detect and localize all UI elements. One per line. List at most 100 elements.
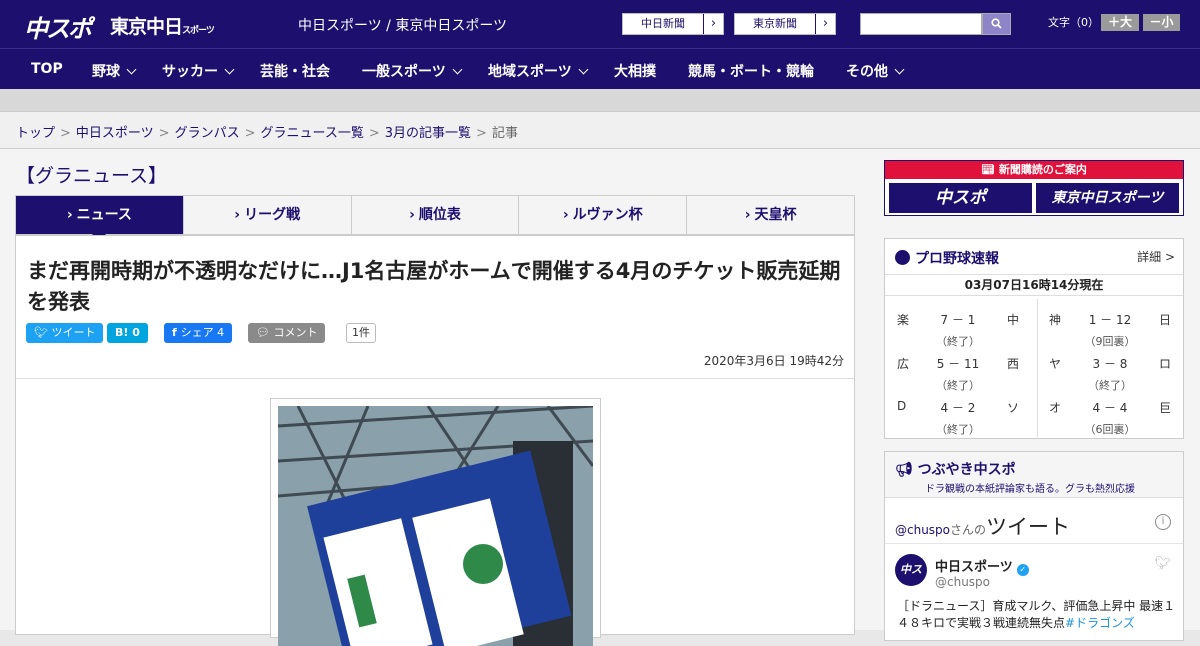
tweet-author[interactable]: 中日スポーツ ✓ xyxy=(935,556,1029,576)
nav-item-sumo[interactable]: 大相撲 xyxy=(614,61,656,81)
facebook-icon: f xyxy=(172,326,181,339)
breadcrumb-grampus[interactable]: グランパス xyxy=(175,126,240,141)
section-tabs: › ニュース › リーグ戦 › 順位表 › ルヴァン杯 › 天皇杯 xyxy=(15,195,855,241)
breadcrumb-current: 記事 xyxy=(491,126,518,141)
nav-item-entertainment[interactable]: 芸能・社会 xyxy=(260,61,330,81)
account-handle-link[interactable]: @chuspo xyxy=(895,523,950,537)
font-smaller-button[interactable]: －小 xyxy=(1143,14,1180,31)
nav-label: 一般スポーツ xyxy=(362,64,446,80)
main-content: 【グラニュース】 › ニュース › リーグ戦 › 順位表 › ルヴァン杯 › 天皇杯 まだ… xyxy=(0,149,1200,646)
chevron-down-icon xyxy=(224,64,235,75)
subscribe-tokyo-button[interactable]: 東京中日スポーツ xyxy=(1036,183,1179,213)
nav-item-top[interactable]: TOP xyxy=(31,61,63,77)
tab-levain-cup[interactable]: › ルヴァン杯 xyxy=(519,196,688,234)
nav-item-baseball[interactable]: 野球 xyxy=(92,61,137,81)
site-title: 中日スポーツ / 東京中日スポーツ xyxy=(298,18,508,34)
tokyo-logo-text: 東京中日 xyxy=(110,16,183,38)
tweet-widget-title: 📢︎ つぶやき中スポ xyxy=(895,459,1016,479)
baseball-title: プロ野球速報 xyxy=(895,248,999,268)
divider xyxy=(16,378,854,379)
tab-label: ニュース xyxy=(76,207,132,223)
baseball-timestamp: 03月07日16時14分現在 xyxy=(885,274,1183,296)
newspaper-icon: 📰︎ xyxy=(981,163,999,176)
game-row[interactable]: 神 1 － 12 日 （9回裏） xyxy=(1037,303,1183,348)
verified-icon: ✓ xyxy=(1016,564,1029,576)
font-bigger-button[interactable]: ＋大 xyxy=(1101,14,1139,31)
tweets-heading: @chuspoさんのツイート xyxy=(895,511,1070,541)
chuspo-logo[interactable]: 中スポ xyxy=(24,9,92,44)
ad-band xyxy=(0,89,1200,111)
tab-label: リーグ戦 xyxy=(244,207,301,223)
breadcrumb-separator: > xyxy=(158,126,170,141)
game-row[interactable]: 楽 7 － 1 中 （終了） xyxy=(885,303,1031,348)
breadcrumb-chuspo[interactable]: 中日スポーツ xyxy=(76,126,154,141)
chevron-right-icon: › xyxy=(744,207,751,223)
game-row[interactable]: ヤ 3 － 8 ロ （終了） xyxy=(1037,347,1183,392)
nav-label: 地域スポーツ xyxy=(488,64,572,80)
chunichi-shimbun-link[interactable]: 中日新聞 › xyxy=(622,13,724,35)
tokyo-shimbun-link[interactable]: 東京新聞 › xyxy=(734,13,836,35)
subscribe-chuspo-button[interactable]: 中スポ xyxy=(889,183,1032,213)
chevron-right-icon: › xyxy=(815,14,835,34)
search-input[interactable] xyxy=(860,13,982,35)
breadcrumb-top[interactable]: トップ xyxy=(16,126,55,141)
twitter-bird-icon: 🐦︎ xyxy=(1154,556,1171,571)
tweet-hashtag[interactable]: #ドラゴンズ xyxy=(1065,616,1135,630)
chevron-down-icon xyxy=(578,64,589,75)
tweet-author-handle[interactable]: @chuspo xyxy=(935,575,990,589)
tab-emperors-cup[interactable]: › 天皇杯 xyxy=(687,196,854,234)
comment-icon: 💬︎ xyxy=(256,326,274,339)
subscription-box[interactable]: 📰︎ 新聞購読のご案内 中スポ 東京中日スポーツ xyxy=(884,160,1184,216)
away-team: ソ xyxy=(1006,401,1019,415)
game-status: （終了） xyxy=(936,423,980,436)
chevron-right-icon: › xyxy=(234,207,241,223)
info-icon[interactable]: i xyxy=(1155,514,1171,530)
nav-item-soccer[interactable]: サッカー xyxy=(162,61,235,81)
game-row[interactable]: D 4 － 2 ソ （終了） xyxy=(885,391,1031,436)
hatena-bookmark-button[interactable]: B! 0 xyxy=(107,323,148,343)
breadcrumb-march-list[interactable]: 3月の記事一覧 xyxy=(385,126,471,141)
stadium-screen-illustration xyxy=(278,406,593,646)
font-size-label: 文字（0） xyxy=(1048,16,1099,29)
tweet-button[interactable]: 🐦︎ ツイート xyxy=(26,323,104,343)
tokyo-link-label: 東京新聞 xyxy=(753,17,797,30)
nav-item-keiba[interactable]: 競馬・ボート・競輪 xyxy=(688,61,814,81)
tab-league[interactable]: › リーグ戦 xyxy=(184,196,352,234)
article-date: 2020年3月6日 19時42分 xyxy=(703,354,844,368)
chevron-down-icon xyxy=(126,64,137,75)
chevron-right-icon: › xyxy=(409,207,415,223)
comment-count[interactable]: 1件 xyxy=(346,323,376,343)
nav-item-general-sports[interactable]: 一般スポーツ xyxy=(362,61,463,81)
tab-label: 順位表 xyxy=(418,207,461,223)
baseball-detail-link[interactable]: 詳細 > xyxy=(1137,248,1175,265)
tab-news[interactable]: › ニュース xyxy=(16,196,184,241)
nav-item-local-sports[interactable]: 地域スポーツ xyxy=(488,61,589,81)
nav-label: TOP xyxy=(31,61,63,77)
game-row[interactable]: オ 4 － 4 巨 （6回裏） xyxy=(1037,391,1183,436)
chevron-down-icon xyxy=(894,64,905,75)
main-nav: TOP 野球 サッカー 芸能・社会 一般スポーツ 地域スポーツ 大相撲 競馬・ボ… xyxy=(0,48,1200,89)
breadcrumb-news-list[interactable]: グラニュース一覧 xyxy=(261,126,364,141)
breadcrumb-separator: > xyxy=(476,126,487,141)
comment-button[interactable]: 💬︎ コメント xyxy=(248,323,326,343)
facebook-share-button[interactable]: f シェア 4 xyxy=(164,323,233,343)
tab-standings[interactable]: › 順位表 xyxy=(352,196,520,234)
tokyo-chunichi-logo[interactable]: 東京中日スポーツ xyxy=(110,12,215,39)
article-photo[interactable] xyxy=(278,406,593,646)
tab-label: ルヴァン杯 xyxy=(572,207,643,223)
chevron-right-icon: › xyxy=(703,14,723,34)
search-button[interactable] xyxy=(982,13,1011,35)
game-row[interactable]: 広 5 － 11 西 （終了） xyxy=(885,347,1031,392)
scores-column-right: 神 1 － 12 日 （9回裏） ヤ 3 － 8 ロ （終了） オ 4 － 4 … xyxy=(1037,303,1183,436)
game-status: （6回裏） xyxy=(1084,423,1136,436)
tweet-text[interactable]: ［ドラニュース］育成マルク、評価急上昇中 最速１４８キロで実戦３戦連続無失点#ド… xyxy=(897,598,1179,632)
tweet-widget-title-label: つぶやき中スポ xyxy=(917,462,1016,478)
nav-item-other[interactable]: その他 xyxy=(846,61,905,81)
article: まだ再開時期が不透明なだけに…J1名古屋がホームで開催する4月のチケット販売延期… xyxy=(15,235,855,646)
subscription-header-label: 新聞購読のご案内 xyxy=(998,163,1087,176)
avatar[interactable]: 中スポ xyxy=(895,554,927,608)
nav-label: 大相撲 xyxy=(614,64,656,80)
facebook-share-label: シェア 4 xyxy=(180,326,225,339)
baseball-icon xyxy=(895,250,910,265)
away-team: 巨 xyxy=(1158,401,1171,415)
